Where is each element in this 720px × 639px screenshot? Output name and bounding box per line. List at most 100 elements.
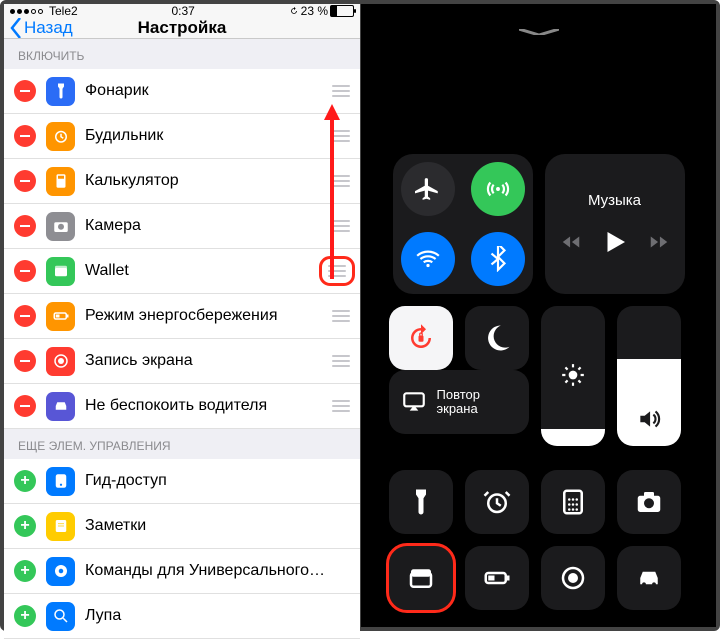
alarm-icon <box>46 122 75 151</box>
list-item: Запись экрана <box>4 339 360 384</box>
remove-button[interactable] <box>14 305 36 327</box>
airplay-icon <box>401 389 427 415</box>
list-item: Режим энергосбережения <box>4 294 360 339</box>
carrier-label: Tele2 <box>49 4 78 18</box>
signal-dots: Tele2 <box>10 4 78 18</box>
screen-mirroring-tile[interactable]: Повтор экрана <box>389 370 529 434</box>
orientation-lock-icon <box>406 323 436 353</box>
item-label: Команды для Универсального… <box>85 562 352 580</box>
add-button[interactable] <box>14 470 36 492</box>
wallet-icon <box>46 257 75 286</box>
drag-handle[interactable] <box>322 259 352 283</box>
list-item: Заметки <box>4 504 360 549</box>
list-item: Будильник <box>4 114 360 159</box>
lowpower-tile[interactable] <box>465 546 529 610</box>
car-icon <box>634 563 664 593</box>
back-button[interactable]: Назад <box>4 18 73 38</box>
item-label: Камера <box>85 217 330 235</box>
remove-button[interactable] <box>14 170 36 192</box>
status-bar: Tele2 0:37 23 % <box>4 4 360 18</box>
rotation-lock-icon <box>289 6 299 16</box>
list-item: Лупа <box>4 594 360 639</box>
remove-button[interactable] <box>14 260 36 282</box>
remove-button[interactable] <box>14 215 36 237</box>
drag-handle[interactable] <box>330 85 352 97</box>
moon-icon <box>482 323 512 353</box>
remove-button[interactable] <box>14 395 36 417</box>
list-item: Не беспокоить водителя <box>4 384 360 429</box>
lowpower-icon <box>46 302 75 331</box>
list-item: Команды для Универсального… <box>4 549 360 594</box>
universal-icon <box>46 557 75 586</box>
control-center-pane: Музыка Повтор экрана <box>361 4 716 627</box>
music-card[interactable]: Музыка <box>545 154 685 294</box>
drag-handle[interactable] <box>330 220 352 232</box>
nav-header: Назад Настройка <box>4 18 360 39</box>
bluetooth-toggle[interactable] <box>471 232 525 286</box>
battery-indicator: 23 % <box>289 4 354 18</box>
add-button[interactable] <box>14 560 36 582</box>
guided-icon <box>46 467 75 496</box>
flashlight-icon <box>46 77 75 106</box>
drag-handle[interactable] <box>330 310 352 322</box>
item-label: Гид-доступ <box>85 472 352 490</box>
wifi-toggle[interactable] <box>401 232 455 286</box>
drag-handle[interactable] <box>330 130 352 142</box>
add-button[interactable] <box>14 515 36 537</box>
calculator-icon <box>558 487 588 517</box>
remove-button[interactable] <box>14 350 36 372</box>
flashlight-tile[interactable] <box>389 470 453 534</box>
drag-handle[interactable] <box>330 400 352 412</box>
airplane-toggle[interactable] <box>401 162 455 216</box>
battery-pct: 23 % <box>301 4 328 18</box>
next-track-icon[interactable] <box>648 231 670 253</box>
orientation-lock-tile[interactable] <box>389 306 453 370</box>
bluetooth-icon <box>485 246 511 272</box>
music-controls <box>560 227 670 257</box>
calculator-tile[interactable] <box>541 470 605 534</box>
item-label: Не беспокоить водителя <box>85 397 330 415</box>
calculator-icon <box>46 167 75 196</box>
list-item: Гид-доступ <box>4 459 360 504</box>
airplane-icon <box>415 176 441 202</box>
item-label: Лупа <box>85 607 352 625</box>
driving-dnd-tile[interactable] <box>617 546 681 610</box>
alarm-tile[interactable] <box>465 470 529 534</box>
volume-slider[interactable] <box>617 306 681 446</box>
wallet-tile[interactable] <box>389 546 453 610</box>
remove-button[interactable] <box>14 125 36 147</box>
list-item: Wallet <box>4 249 360 294</box>
battery-icon <box>482 563 512 593</box>
item-label: Калькулятор <box>85 172 330 190</box>
grabber-icon[interactable] <box>519 22 559 28</box>
section-more: Еще элем. управления <box>4 429 360 459</box>
more-list: Гид-доступ Заметки Команды для Универсальн… <box>4 459 360 639</box>
cellular-toggle[interactable] <box>471 162 525 216</box>
drag-handle[interactable] <box>330 355 352 367</box>
play-icon[interactable] <box>600 227 630 257</box>
remove-button[interactable] <box>14 80 36 102</box>
settings-pane: Tele2 0:37 23 % Назад Настройка Включить… <box>4 4 361 627</box>
dnd-tile[interactable] <box>465 306 529 370</box>
item-label: Будильник <box>85 127 330 145</box>
screen-record-tile[interactable] <box>541 546 605 610</box>
drag-handle[interactable] <box>330 175 352 187</box>
add-button[interactable] <box>14 605 36 627</box>
magnifier-icon <box>46 602 75 631</box>
list-item: Калькулятор <box>4 159 360 204</box>
item-label: Wallet <box>85 262 322 280</box>
camera-tile[interactable] <box>617 470 681 534</box>
camera-icon <box>634 487 664 517</box>
chevron-left-icon <box>10 18 22 38</box>
include-list: ФонарикБудильникКалькуляторКамераWalletР… <box>4 69 360 429</box>
section-include: Включить <box>4 39 360 69</box>
car-icon <box>46 392 75 421</box>
notes-icon <box>46 512 75 541</box>
item-label: Запись экрана <box>85 352 330 370</box>
clock: 0:37 <box>171 4 194 18</box>
record-icon <box>46 347 75 376</box>
mirror-label: Повтор экрана <box>437 388 517 417</box>
speaker-icon <box>636 406 662 432</box>
prev-track-icon[interactable] <box>560 231 582 253</box>
brightness-slider[interactable] <box>541 306 605 446</box>
